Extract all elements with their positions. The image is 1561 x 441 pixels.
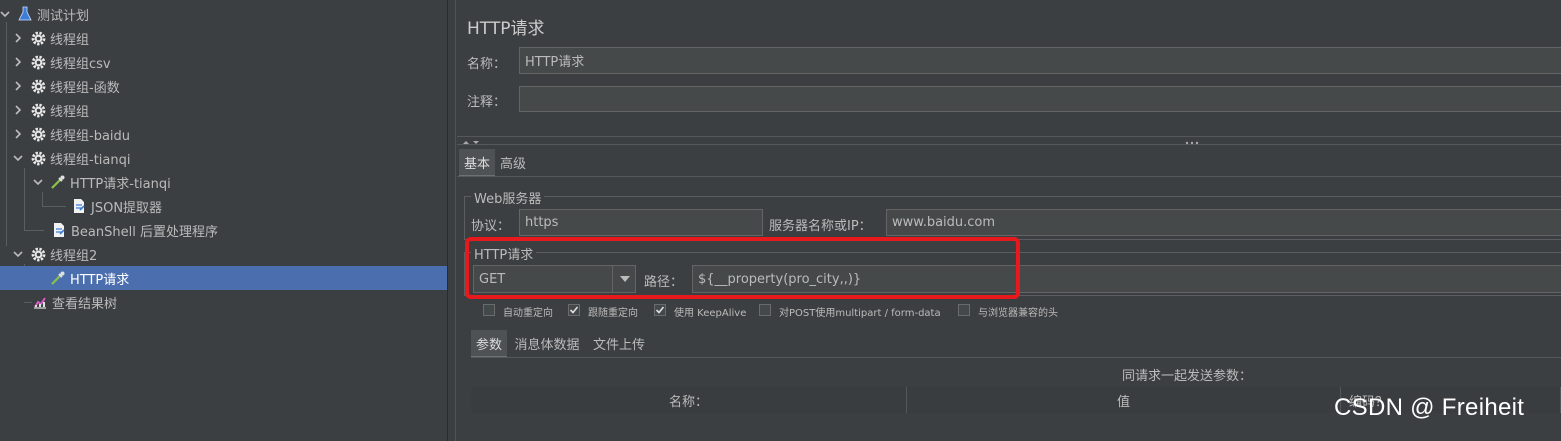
comment-field[interactable] — [519, 86, 1561, 112]
tree-node-label: 线程组-baidu — [50, 128, 131, 144]
chevron-down-icon[interactable] — [13, 153, 23, 163]
extractor-icon — [70, 197, 88, 215]
tree-node-label: JSON提取器 — [91, 200, 163, 216]
column-header-name[interactable]: 名称： — [471, 387, 907, 413]
tree-node-thread-group-2[interactable]: 线程组2 — [0, 242, 447, 266]
flask-icon — [16, 5, 34, 23]
checkmark-icon — [569, 306, 579, 314]
tree-node-json-extractor[interactable]: JSON提取器 — [0, 194, 447, 218]
chevron-right-icon[interactable] — [13, 33, 23, 43]
gear-icon — [29, 245, 47, 263]
tab-body-data[interactable]: 消息体数据 — [509, 330, 585, 356]
chevron-down-icon[interactable] — [33, 177, 43, 187]
tree-node-test-plan[interactable]: 测试计划 — [0, 2, 447, 26]
keepalive-label: 使用 KeepAlive — [674, 308, 747, 319]
gear-icon — [29, 77, 47, 95]
tree-node-label: 线程组2 — [50, 248, 98, 264]
tree-node-thread-group[interactable]: 线程组 — [0, 98, 447, 122]
name-field[interactable]: HTTP请求 — [519, 47, 1561, 74]
gear-icon — [29, 29, 47, 47]
tree-node-label: 查看结果树 — [52, 296, 118, 312]
tree-node-label: 线程组csv — [50, 56, 111, 72]
chevron-down-icon[interactable] — [13, 249, 23, 259]
test-plan-tree[interactable]: 测试计划 线程组 线程组csv 线程组-函数 线程组 线程组-baidu 线程组… — [0, 0, 447, 441]
chevron-right-icon[interactable] — [13, 57, 23, 67]
drag-handle-icon[interactable] — [1185, 136, 1199, 151]
params-caption: 同请求一起发送参数： — [1122, 369, 1253, 384]
tree-node-http-request-tianqi[interactable]: HTTP请求-tianqi — [0, 170, 447, 194]
tree-node-label: HTTP请求 — [70, 272, 130, 288]
tree-node-label: BeanShell 后置处理程序 — [71, 224, 218, 240]
gear-icon — [29, 101, 47, 119]
tree-node-http-request[interactable]: HTTP请求 — [0, 266, 447, 290]
multipart-label: 对POST使用multipart / form-data — [779, 308, 941, 319]
tree-node-thread-group[interactable]: 线程组 — [0, 26, 447, 50]
tree-node-thread-group-baidu[interactable]: 线程组-baidu — [0, 122, 447, 146]
protocol-field[interactable]: https — [519, 209, 763, 236]
tree-node-beanshell-postprocessor[interactable]: BeanShell 后置处理程序 — [0, 218, 447, 242]
pipette-icon — [49, 269, 67, 287]
tree-node-thread-group-tianqi[interactable]: 线程组-tianqi — [0, 146, 447, 170]
subtab-underline — [471, 357, 1561, 358]
keepalive-checkbox[interactable] — [654, 304, 666, 316]
chevron-right-icon[interactable] — [13, 105, 23, 115]
browser-headers-label: 与浏览器兼容的头 — [978, 308, 1058, 319]
chevron-right-icon[interactable] — [13, 129, 23, 139]
name-label: 名称： — [467, 57, 507, 72]
gear-icon — [29, 149, 47, 167]
page-title: HTTP请求 — [467, 19, 545, 39]
tree-node-label: 测试计划 — [37, 8, 90, 24]
auto-redirect-label: 自动重定向 — [503, 308, 553, 319]
follow-redirect-checkbox[interactable] — [568, 304, 580, 316]
red-highlight-box — [465, 237, 1020, 299]
tab-parameters[interactable]: 参数 — [471, 330, 507, 358]
gear-icon — [29, 125, 47, 143]
auto-redirect-checkbox[interactable] — [483, 304, 495, 316]
tab-file-upload[interactable]: 文件上传 — [588, 330, 650, 356]
gear-icon — [29, 53, 47, 71]
pipette-icon — [49, 173, 67, 191]
tree-node-view-results-tree[interactable]: 查看结果树 — [0, 290, 447, 314]
checkmark-icon — [655, 306, 665, 314]
multipart-checkbox[interactable] — [759, 304, 771, 316]
tab-basic[interactable]: 基本 — [459, 149, 495, 177]
tree-node-label: HTTP请求-tianqi — [70, 176, 171, 192]
tree-node-label: 线程组-函数 — [50, 80, 120, 96]
follow-redirect-label: 跟随重定向 — [588, 308, 638, 319]
watermark: CSDN @ Freiheit — [1334, 394, 1525, 421]
tree-node-label: 线程组-tianqi — [50, 152, 131, 168]
tab-advanced[interactable]: 高级 — [497, 149, 529, 175]
http-request-panel: HTTP请求 名称： HTTP请求 注释： 基本 高级 Web服务器 协议： h… — [457, 0, 1561, 441]
server-field[interactable]: www.baidu.com — [886, 209, 1561, 236]
protocol-label: 协议： — [471, 219, 511, 234]
chart-icon — [31, 293, 49, 311]
tree-node-thread-group-function[interactable]: 线程组-函数 — [0, 74, 447, 98]
extractor-icon — [50, 221, 68, 239]
tree-node-label: 线程组 — [50, 104, 90, 120]
server-label: 服务器名称或IP： — [769, 219, 872, 234]
tree-node-label: 线程组 — [50, 32, 90, 48]
chevron-down-icon[interactable] — [0, 9, 10, 19]
column-header-value[interactable]: 值 — [907, 387, 1341, 413]
section-divider[interactable] — [457, 136, 1561, 145]
pane-splitter[interactable] — [447, 0, 456, 441]
comment-label: 注释： — [467, 95, 507, 110]
tree-node-thread-group-csv[interactable]: 线程组csv — [0, 50, 447, 74]
tab-underline — [457, 176, 1561, 177]
chevron-right-icon[interactable] — [13, 81, 23, 91]
browser-headers-checkbox[interactable] — [958, 304, 970, 316]
web-server-legend: Web服务器 — [471, 188, 545, 207]
